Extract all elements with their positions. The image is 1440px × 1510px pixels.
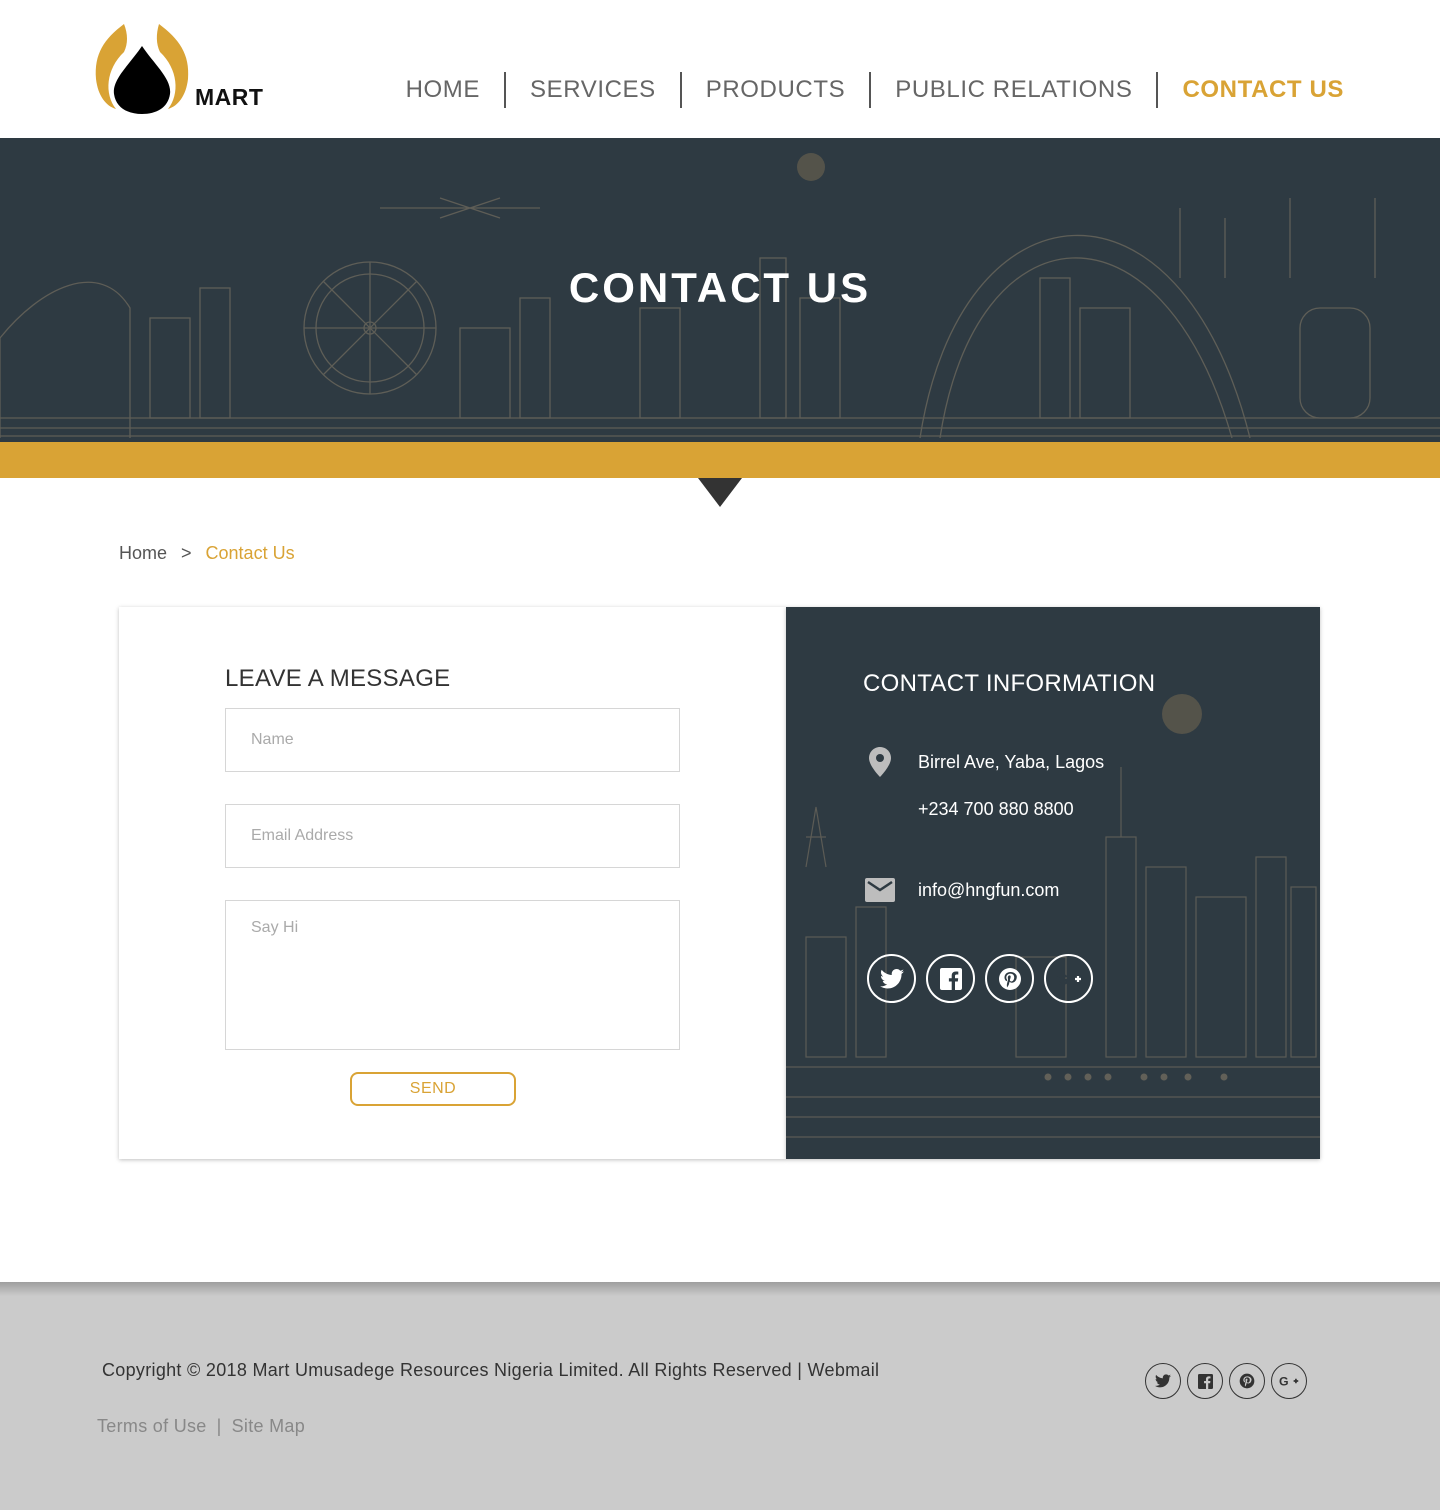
copyright-text: Copyright © 2018 Mart Umusadege Resource… [102, 1360, 880, 1380]
message-textarea[interactable] [226, 901, 679, 1049]
pinterest-icon[interactable] [985, 954, 1034, 1003]
facebook-icon[interactable] [1187, 1363, 1223, 1399]
page-banner: CONTACT US [0, 138, 1440, 442]
site-footer: Copyright © 2018 Mart Umusadege Resource… [0, 1282, 1440, 1510]
pinterest-icon[interactable] [1229, 1363, 1265, 1399]
email-row: info@hngfun.com [863, 873, 1059, 907]
nav-public-relations[interactable]: PUBLIC RELATIONS [871, 72, 1156, 108]
nav-services[interactable]: SERVICES [506, 72, 680, 108]
breadcrumb-current: Contact Us [205, 543, 295, 563]
location-pin-icon [863, 745, 897, 779]
breadcrumb: Home > Contact Us [119, 543, 295, 564]
logo-drop-icon [95, 24, 189, 114]
mail-icon [863, 873, 897, 907]
address-row: Birrel Ave, Yaba, Lagos [863, 745, 1104, 779]
site-header: MART HOME SERVICES PRODUCTS PUBLIC RELAT… [0, 0, 1440, 138]
logo[interactable]: MART [94, 24, 284, 116]
message-field-wrapper [225, 900, 680, 1050]
logo-text: MART [195, 84, 264, 110]
facebook-icon[interactable] [926, 954, 975, 1003]
send-button[interactable]: SEND [350, 1072, 516, 1106]
google-plus-icon[interactable]: G [1044, 954, 1093, 1003]
address-text: Birrel Ave, Yaba, Lagos [918, 751, 1105, 772]
form-title: LEAVE A MESSAGE [225, 665, 451, 692]
google-plus-icon[interactable]: G [1271, 1363, 1307, 1399]
breadcrumb-home[interactable]: Home [119, 543, 167, 564]
svg-text:G: G [1279, 1375, 1289, 1388]
twitter-icon[interactable] [1145, 1363, 1181, 1399]
main-nav: HOME SERVICES PRODUCTS PUBLIC RELATIONS … [382, 72, 1344, 108]
email-input[interactable] [226, 805, 679, 867]
email-text[interactable]: info@hngfun.com [918, 880, 1059, 901]
contact-info-title: CONTACT INFORMATION [863, 670, 1156, 697]
footer-social-links: G [1145, 1363, 1307, 1399]
svg-text:G: G [1056, 972, 1068, 988]
message-form-card: LEAVE A MESSAGE SEND [119, 607, 786, 1159]
sitemap-link[interactable]: Site Map [232, 1416, 305, 1437]
email-field-wrapper [225, 804, 680, 868]
footer-shadow [0, 1282, 1440, 1296]
social-links: G [867, 954, 1093, 1003]
nav-contact-us[interactable]: CONTACT US [1158, 72, 1344, 108]
name-input[interactable] [226, 709, 679, 771]
twitter-icon[interactable] [867, 954, 916, 1003]
contact-info-card: CONTACT INFORMATION Birrel Ave, Yaba, La… [786, 607, 1320, 1159]
footer-links: Terms of Use | Site Map [97, 1416, 305, 1437]
breadcrumb-separator: > [181, 543, 192, 563]
nav-home[interactable]: HOME [382, 72, 504, 108]
phone-text[interactable]: +234 700 880 8800 [918, 799, 1074, 820]
page-title: CONTACT US [568, 264, 872, 311]
terms-link[interactable]: Terms of Use [97, 1416, 207, 1437]
nav-products[interactable]: PRODUCTS [682, 72, 869, 108]
section-pointer [698, 478, 742, 507]
name-field-wrapper [225, 708, 680, 772]
footer-link-separator: | [216, 1416, 222, 1436]
accent-bar [0, 442, 1440, 478]
